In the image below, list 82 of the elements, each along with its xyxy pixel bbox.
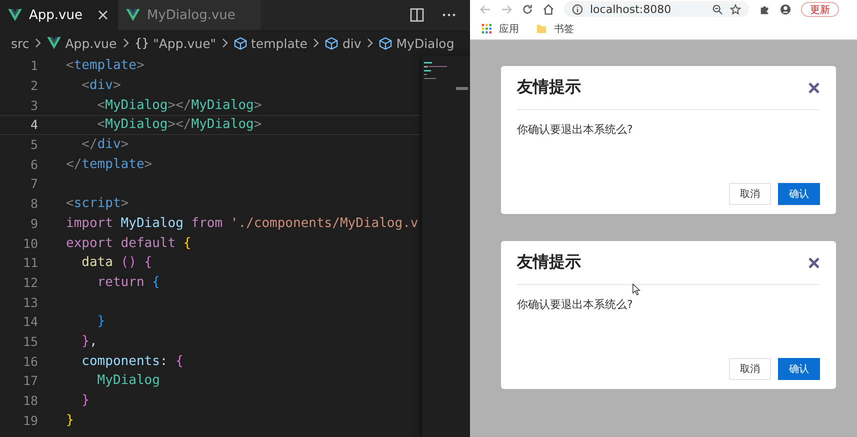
line-number: 4	[29, 117, 38, 132]
breadcrumb-item[interactable]: src	[11, 36, 30, 50]
split-editor-icon[interactable]	[410, 8, 424, 22]
breadcrumb-item[interactable]: template	[251, 36, 308, 50]
dialog-title: 友情提示	[517, 77, 581, 98]
braces-icon: {}	[134, 36, 150, 50]
profile-icon[interactable]	[780, 4, 791, 14]
more-icon[interactable]	[442, 13, 456, 17]
code-line: data () {	[80, 255, 152, 270]
line-number: 5	[29, 137, 38, 152]
code-line: }	[96, 314, 106, 330]
cancel-button[interactable]: 取消	[729, 358, 771, 380]
info-icon	[572, 4, 583, 14]
breadcrumb-item[interactable]: div	[342, 36, 362, 50]
editor-tab[interactable]: App.vue	[0, 0, 118, 30]
code-line: }	[80, 393, 90, 408]
line-number: 19	[22, 412, 38, 428]
folder-icon	[536, 23, 547, 34]
breadcrumb-item[interactable]: App.vue	[65, 36, 117, 50]
line-number: 14	[22, 314, 38, 330]
code-line: import MyDialog from './components/MyDialog.v	[66, 216, 418, 231]
cube-icon	[379, 36, 392, 50]
vue-logo-icon	[126, 9, 140, 21]
line-number: 13	[22, 294, 38, 310]
cube-icon	[234, 36, 248, 50]
close-icon[interactable]	[808, 82, 820, 94]
chevron-icon	[222, 38, 228, 48]
vue-logo-icon	[47, 37, 62, 49]
dialog-message: 你确认要退出本系统么?	[517, 123, 633, 136]
line-number: 8	[29, 196, 38, 212]
line-number: 1	[29, 58, 38, 74]
dialog-title: 友情提示	[517, 252, 581, 273]
breadcrumb-item[interactable]: MyDialog	[396, 36, 454, 50]
editor-tab[interactable]: MyDialog.vue	[118, 0, 261, 30]
chevron-icon	[35, 38, 42, 48]
puzzle-icon[interactable]	[759, 4, 770, 14]
line-number: 16	[22, 354, 38, 369]
code-line: <script>	[66, 196, 129, 212]
bookmark-item[interactable]: 书签	[554, 22, 574, 36]
home-icon[interactable]	[543, 4, 554, 14]
bookmark-item[interactable]: 应用	[499, 22, 519, 36]
chevron-icon	[313, 38, 320, 48]
code-line: <div>	[80, 78, 121, 94]
code-line: <MyDialog></MyDialog>	[96, 98, 262, 113]
breadcrumb-item[interactable]: "App.vue"	[153, 36, 216, 50]
code-line: <template>	[66, 58, 144, 74]
chevron-icon	[367, 38, 374, 48]
line-number: 9	[29, 216, 38, 231]
code-line: </div>	[80, 137, 129, 152]
code-line: components: {	[80, 354, 184, 369]
update-button[interactable]: 更新	[801, 2, 839, 16]
close-icon[interactable]	[808, 256, 820, 268]
code-line: </template>	[66, 156, 152, 172]
code-line: export default {	[66, 236, 192, 251]
code-line: }	[66, 412, 74, 428]
line-number: 10	[22, 236, 38, 251]
reload-icon[interactable]	[522, 4, 533, 14]
chevron-icon	[122, 38, 129, 48]
line-number: 3	[29, 98, 38, 113]
confirm-button[interactable]: 确认	[778, 183, 820, 205]
line-number: 17	[22, 373, 38, 388]
star-icon[interactable]	[730, 4, 741, 14]
code-line: <MyDialog></MyDialog>	[96, 117, 262, 132]
confirm-button[interactable]: 确认	[778, 358, 820, 380]
address-bar[interactable]: localhost:8080	[564, 1, 749, 17]
code-line: },	[80, 334, 98, 349]
cube-icon	[325, 36, 338, 50]
line-number: 11	[22, 255, 38, 270]
line-number: 2	[29, 78, 38, 94]
cancel-button[interactable]: 取消	[729, 183, 771, 205]
line-number: 7	[29, 176, 38, 192]
line-number: 6	[29, 156, 38, 172]
code-line: MyDialog	[96, 373, 160, 388]
code-line: return {	[96, 274, 160, 290]
apps-grid-icon	[481, 23, 492, 34]
scrollbar-thumb[interactable]	[456, 87, 468, 90]
line-number: 18	[22, 393, 38, 408]
dialog-message: 你确认要退出本系统么?	[517, 298, 633, 311]
line-number: 12	[22, 274, 38, 290]
zoom-icon[interactable]	[712, 4, 723, 14]
line-number: 15	[22, 334, 38, 349]
vue-logo-icon	[8, 9, 22, 21]
